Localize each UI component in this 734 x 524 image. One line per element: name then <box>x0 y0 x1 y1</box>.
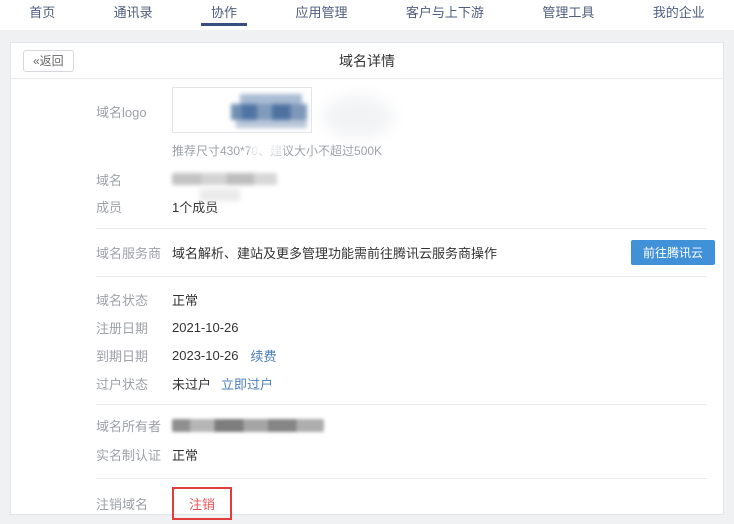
owner-label: 域名所有者 <box>96 416 172 435</box>
panel-header: «返回 域名详情 <box>11 43 723 79</box>
domain-status-label: 域名状态 <box>96 290 172 309</box>
register-date-row: 注册日期 2021-10-26 <box>96 317 707 337</box>
logo-size-tip: 推荐尺寸430*70、建议大小不超过500K <box>172 142 382 159</box>
expire-date-value: 2023-10-26 <box>172 348 239 363</box>
transfer-now-link[interactable]: 立即过户 <box>221 374 273 393</box>
nav-item-home[interactable]: 首页 <box>25 0 59 30</box>
owner-value-redacted <box>172 419 324 432</box>
provider-row: 域名服务商 域名解析、建站及更多管理功能需前往腾讯云服务商操作 前往腾讯云 <box>96 229 715 276</box>
panel-content: 域名logo 推荐尺寸430*70、建议大小不超过500K 域名 <box>11 79 723 520</box>
deregister-highlight-box: 注销 <box>172 487 232 520</box>
nav-item-customers[interactable]: 客户与上下游 <box>402 0 488 30</box>
provider-label: 域名服务商 <box>96 243 172 262</box>
nav-item-app-management[interactable]: 应用管理 <box>291 0 351 30</box>
real-name-auth-value: 正常 <box>172 445 198 464</box>
renew-link[interactable]: 续费 <box>251 346 277 365</box>
redaction-smudge <box>323 96 393 138</box>
expire-date-label: 到期日期 <box>96 346 172 365</box>
nav-item-my-enterprise[interactable]: 我的企业 <box>649 0 709 30</box>
nav-item-contacts[interactable]: 通讯录 <box>110 0 157 30</box>
logo-label: 域名logo <box>96 87 172 121</box>
deregister-link[interactable]: 注销 <box>189 494 215 513</box>
members-label: 成员 <box>96 197 172 216</box>
transfer-status-label: 过户状态 <box>96 374 172 393</box>
top-nav: 首页 通讯录 协作 应用管理 客户与上下游 管理工具 我的企业 <box>0 0 734 30</box>
logo-field: 推荐尺寸430*70、建议大小不超过500K <box>172 87 382 159</box>
divider <box>96 478 707 479</box>
deregister-row: 注销域名 注销 <box>96 487 707 520</box>
logo-row: 域名logo 推荐尺寸430*70、建议大小不超过500K <box>96 87 707 159</box>
nav-item-collaboration[interactable]: 协作 <box>207 0 241 30</box>
logo-image-redacted <box>231 94 307 128</box>
deregister-label: 注销域名 <box>96 494 172 513</box>
register-date-value: 2021-10-26 <box>172 320 239 335</box>
transfer-status-row: 过户状态 未过户 立即过户 <box>96 373 707 393</box>
domain-label: 域名 <box>96 170 172 189</box>
register-date-label: 注册日期 <box>96 318 172 337</box>
divider <box>96 276 707 277</box>
members-row: 成员 1个成员 <box>96 196 707 216</box>
domain-value-redacted <box>172 173 277 185</box>
transfer-status-value: 未过户 <box>172 374 211 393</box>
nav-item-admin-tools[interactable]: 管理工具 <box>538 0 598 30</box>
go-to-tencent-cloud-button[interactable]: 前往腾讯云 <box>631 240 715 265</box>
expire-date-row: 到期日期 2023-10-26 续费 <box>96 345 707 365</box>
redaction-smudge <box>200 189 240 201</box>
real-name-auth-row: 实名制认证 正常 <box>96 444 707 464</box>
owner-row: 域名所有者 <box>96 415 707 435</box>
divider <box>96 404 707 405</box>
domain-status-value: 正常 <box>172 290 198 309</box>
redaction-smudge <box>250 141 282 156</box>
back-button[interactable]: «返回 <box>23 50 74 72</box>
provider-value: 域名解析、建站及更多管理功能需前往腾讯云服务商操作 <box>172 243 497 262</box>
real-name-auth-label: 实名制认证 <box>96 445 172 464</box>
domain-row: 域名 <box>96 169 707 189</box>
domain-status-row: 域名状态 正常 <box>96 289 707 309</box>
page-title: 域名详情 <box>339 51 395 71</box>
logo-upload-box[interactable] <box>172 87 312 133</box>
domain-detail-panel: «返回 域名详情 域名logo 推荐尺寸430*70、建议大小不超过500K <box>10 42 724 515</box>
